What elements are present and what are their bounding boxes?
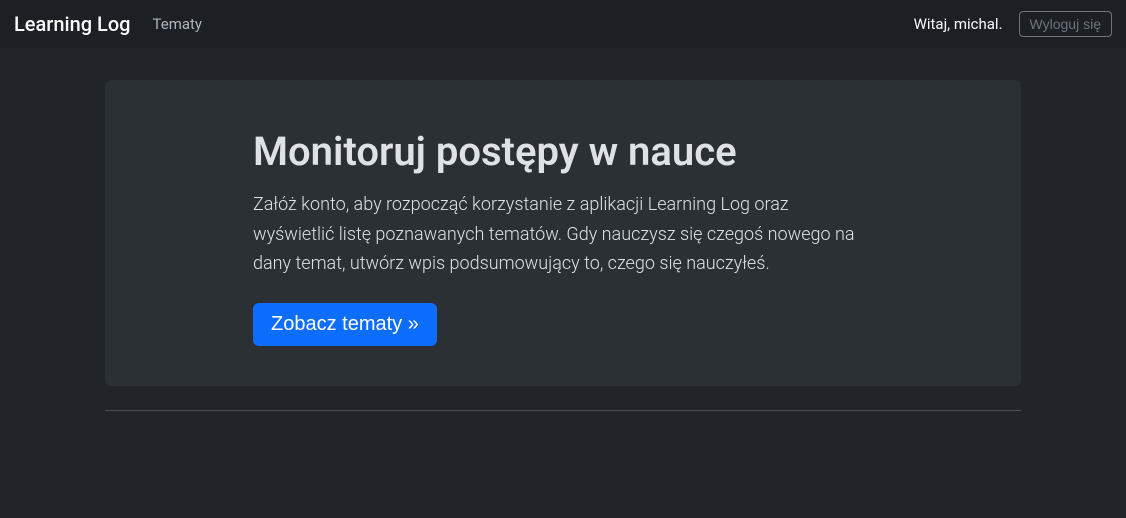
navbar: Learning Log Tematy Witaj, michal. Wylog…	[0, 0, 1126, 48]
page-lead: Załóż konto, aby rozpocząć korzystanie z…	[253, 190, 873, 279]
page-title: Monitoruj postępy w nauce	[253, 128, 873, 176]
nav-link-topics[interactable]: Tematy	[153, 9, 203, 39]
jumbotron: Monitoruj postępy w nauce Załóż konto, a…	[105, 80, 1021, 386]
navbar-right: Witaj, michal. Wyloguj się	[914, 11, 1112, 37]
brand-link[interactable]: Learning Log	[14, 12, 131, 36]
welcome-text: Witaj, michal.	[914, 15, 1003, 33]
divider	[105, 410, 1021, 411]
logout-button[interactable]: Wyloguj się	[1019, 11, 1112, 37]
main-container: Monitoruj postępy w nauce Załóż konto, a…	[93, 80, 1033, 411]
jumbotron-inner: Monitoruj postępy w nauce Załóż konto, a…	[253, 128, 873, 346]
view-topics-button[interactable]: Zobacz tematy »	[253, 303, 437, 346]
